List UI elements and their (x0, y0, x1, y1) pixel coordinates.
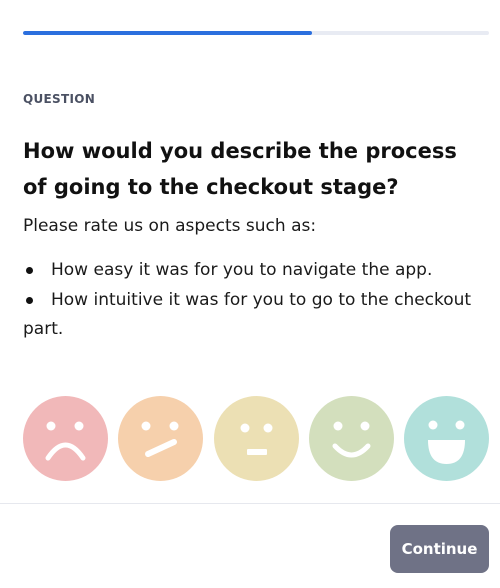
rating-option-very-sad[interactable] (23, 396, 108, 481)
aspect-list: How easy it was for you to navigate the … (23, 256, 483, 345)
question-description: Please rate us on aspects such as: (23, 216, 317, 236)
rating-options (23, 396, 489, 482)
skeptical-face-icon (141, 421, 179, 457)
rating-option-smiling[interactable] (308, 396, 394, 481)
question-title: How would you describe the process of go… (23, 139, 457, 199)
footer-divider (0, 503, 500, 504)
progress-bar-fill (23, 31, 312, 35)
rating-option-skeptical[interactable] (118, 396, 204, 481)
rating-option-neutral[interactable] (213, 396, 299, 481)
progress-bar (23, 31, 489, 35)
very-sad-face-icon (45, 421, 86, 461)
neutral-face-icon (240, 423, 272, 455)
smiling-face-icon (332, 421, 371, 458)
section-label: QUESTION (23, 92, 96, 106)
rating-option-grinning[interactable] (404, 396, 489, 481)
continue-button[interactable]: Continue (390, 525, 489, 573)
grinning-face-icon (428, 420, 465, 464)
aspect-list-item: How intuitive it was for you to go to th… (23, 286, 483, 345)
aspect-list-item: How easy it was for you to navigate the … (23, 256, 483, 286)
